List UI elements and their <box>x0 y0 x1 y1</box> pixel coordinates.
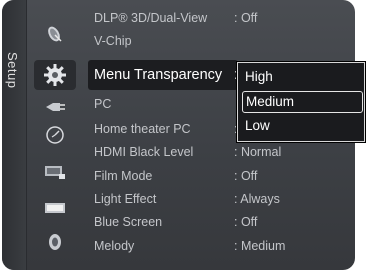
menu-value-light-effect: : Always <box>234 192 280 206</box>
category-icon-column <box>26 0 86 270</box>
transparency-dropdown: High Medium Low <box>237 62 365 142</box>
menu-item-home-theater-pc[interactable]: Home theater PC <box>94 120 191 138</box>
menu-value-blue-screen: : Off <box>234 215 258 229</box>
menu-item-film-mode[interactable]: Film Mode <box>94 167 152 185</box>
menu-value-film-mode: : Off <box>234 169 258 183</box>
setup-side-tab[interactable]: Setup <box>2 0 27 270</box>
menu-item-melody[interactable]: Melody <box>94 237 134 255</box>
sound-icon[interactable] <box>43 198 67 218</box>
picture-icon[interactable] <box>43 162 67 182</box>
satellite-dish-icon[interactable] <box>43 24 67 44</box>
menu-value-melody: : Medium <box>234 239 286 253</box>
menu-value-hdmi-black-level: : Normal <box>234 145 282 159</box>
clock-icon[interactable] <box>43 125 67 145</box>
menu-item-pc[interactable]: PC <box>94 95 111 113</box>
menu-item-blue-screen[interactable]: Blue Screen <box>94 213 162 231</box>
menu-item-v-chip[interactable]: V-Chip <box>94 32 132 50</box>
menu-item-menu-transparency[interactable]: Menu Transparency <box>94 60 222 90</box>
menu-value-dlp-3d-dual-view: : Off <box>234 11 258 25</box>
input-plug-icon[interactable] <box>43 97 67 117</box>
menu-item-dlp-3d-dual-view[interactable]: DLP® 3D/Dual-View <box>94 9 207 27</box>
dropdown-option-medium[interactable]: Medium <box>242 91 363 113</box>
menu-item-light-effect[interactable]: Light Effect <box>94 190 156 208</box>
menu-item-hdmi-black-level[interactable]: HDMI Black Level <box>94 143 193 161</box>
setup-tab-label: Setup <box>5 52 20 89</box>
speaker-icon[interactable] <box>43 232 67 252</box>
dropdown-option-low[interactable]: Low <box>242 116 361 136</box>
gear-icon[interactable] <box>34 60 76 90</box>
dropdown-option-high[interactable]: High <box>242 67 361 87</box>
